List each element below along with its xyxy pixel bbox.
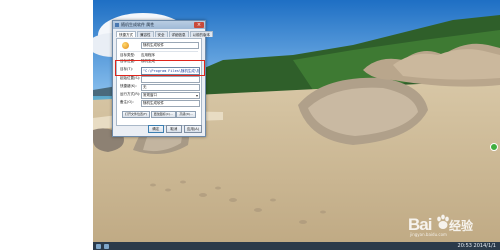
taskbar: 20:53 2014/1/1	[93, 242, 500, 250]
run-select[interactable]: 常规窗口 ▾	[141, 92, 200, 99]
target-type-label: 目标类型:	[120, 53, 136, 57]
taskbar-app-icon[interactable]	[104, 244, 109, 249]
cancel-button[interactable]: 取消	[165, 125, 182, 133]
close-button[interactable]: ×	[194, 22, 204, 28]
window-icon	[115, 23, 119, 27]
shortcut-key-label: 快捷键(K):	[120, 84, 137, 88]
shortcut-key-value: 无	[143, 85, 147, 89]
tab-shortcut[interactable]: 快捷方式	[116, 31, 136, 37]
shortcut-key-input[interactable]: 无	[141, 84, 200, 91]
shortcut-tab-page: 随机生成软件 目标类型: 应用程序 目标位置: 随机生成 目标(T): "C:\…	[116, 38, 202, 126]
properties-dialog: 随机生成软件 属性 × 快捷方式 兼容性 安全 详细信息 以前的版本 随机生成软…	[112, 20, 213, 137]
shortcut-name-field[interactable]: 随机生成软件	[141, 42, 199, 49]
run-label: 运行方式(R):	[120, 92, 141, 96]
tab-previous-versions[interactable]: 以前的版本	[189, 31, 213, 37]
run-select-value: 常规窗口	[143, 93, 157, 97]
start-button-icon[interactable]	[96, 244, 101, 249]
comment-label: 备注(O):	[120, 100, 134, 104]
tab-compatibility[interactable]: 兼容性	[137, 31, 154, 37]
start-in-input[interactable]	[141, 76, 200, 83]
ok-button[interactable]: 确定	[147, 125, 164, 133]
taskbar-clock[interactable]: 20:53 2014/1/1	[458, 242, 496, 250]
advanced-button[interactable]: 高级(D)...	[176, 111, 196, 118]
open-file-location-button[interactable]: 打开文件位置(F)	[122, 111, 151, 118]
red-highlight-annotation	[115, 60, 205, 76]
apply-button[interactable]: 应用(A)	[183, 125, 202, 133]
tab-details[interactable]: 详细信息	[168, 31, 189, 37]
baidu-watermark: Bai 经验 jingyan.baidu.com	[408, 213, 478, 237]
change-icon-button[interactable]: 更改图标(C)...	[150, 111, 176, 118]
dialog-footer-buttons: 确定 取消 应用(A)	[147, 125, 202, 133]
watermark-jingyan-text: 经验	[449, 219, 474, 233]
app-icon	[122, 42, 129, 49]
comment-value: 随机生成软件	[143, 101, 164, 105]
shortcut-action-buttons: 打开文件位置(F) 更改图标(C)... 高级(D)...	[122, 111, 196, 118]
comment-input[interactable]: 随机生成软件	[141, 100, 200, 107]
separator	[120, 51, 198, 52]
target-type-value: 应用程序	[141, 53, 155, 57]
chevron-down-icon: ▾	[195, 93, 198, 98]
dialog-titlebar[interactable]: 随机生成软件 属性 ×	[113, 21, 205, 29]
dialog-tabs: 快捷方式 兼容性 安全 详细信息 以前的版本	[116, 31, 213, 37]
dialog-title: 随机生成软件 属性	[121, 22, 155, 27]
blank-left-panel	[0, 0, 93, 250]
green-floating-icon[interactable]	[490, 143, 498, 151]
shortcut-name-value: 随机生成软件	[143, 43, 164, 47]
watermark-url: jingyan.baidu.com	[410, 232, 447, 237]
start-in-label: 起始位置(S):	[120, 76, 141, 80]
tab-security[interactable]: 安全	[154, 31, 168, 37]
